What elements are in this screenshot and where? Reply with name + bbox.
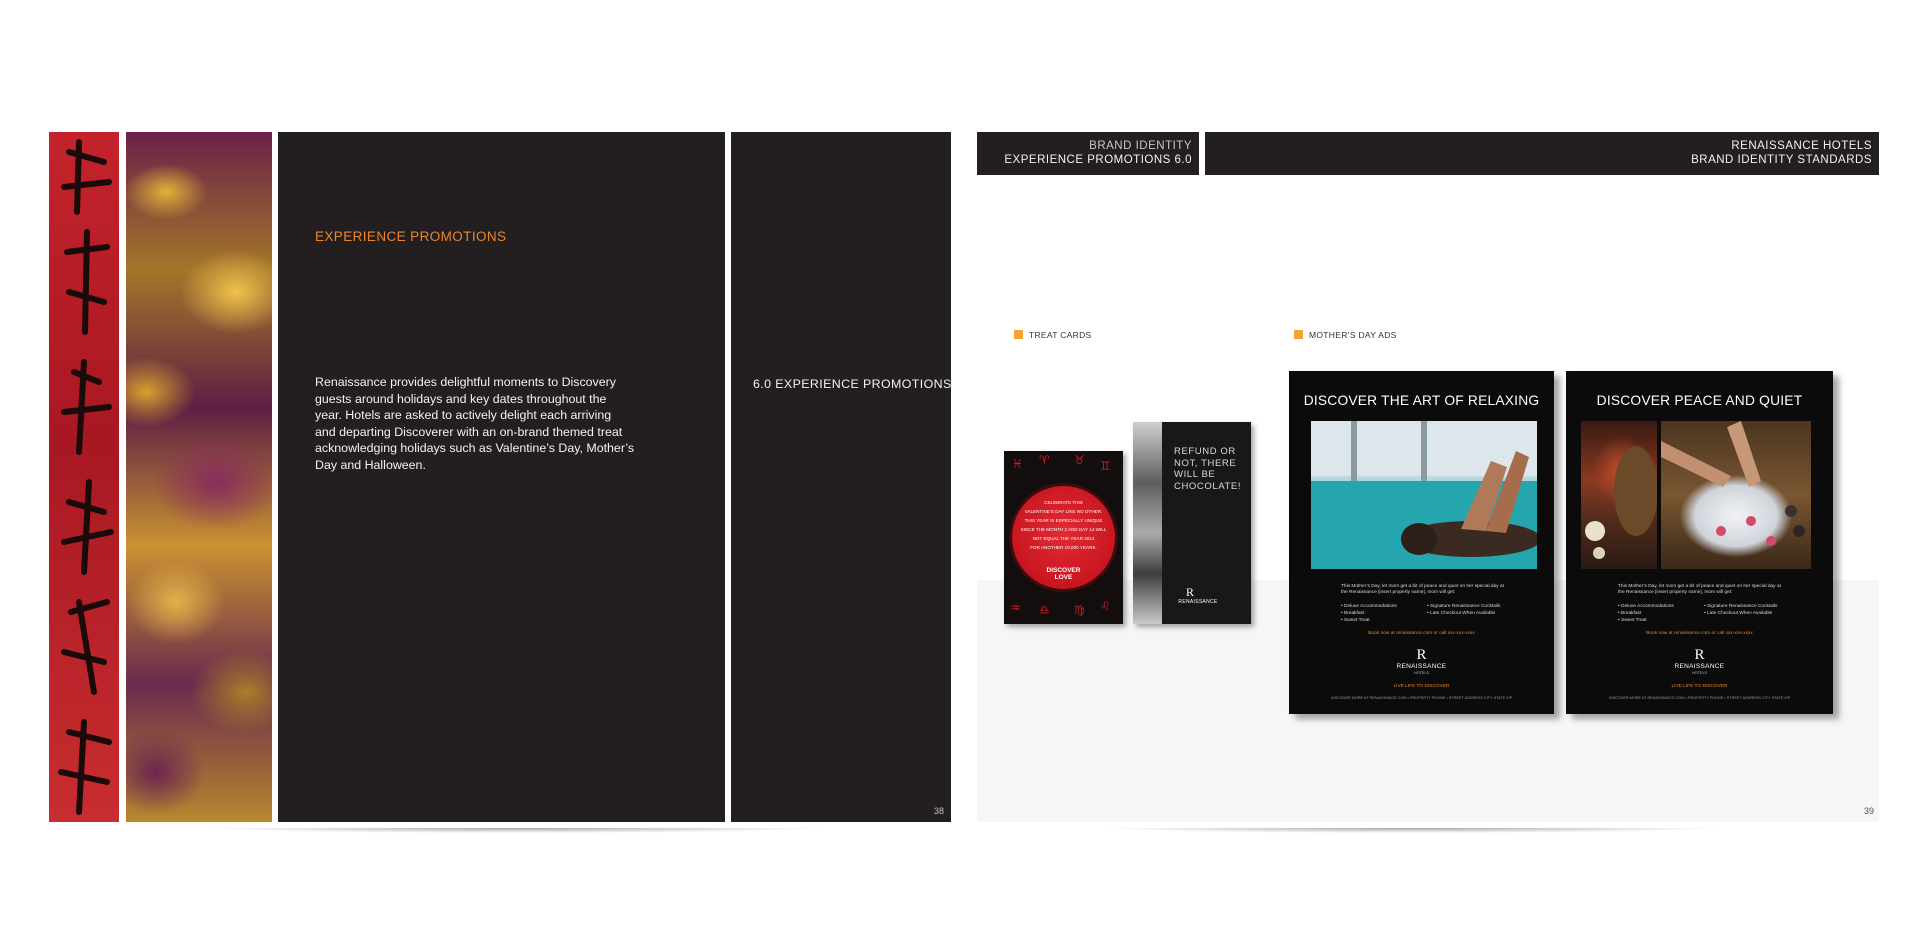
- intro-line: year. Hotels are asked to actively delig…: [315, 408, 612, 422]
- mothers-day-ad-relaxing: DISCOVER THE ART OF RELAXING This Mother…: [1289, 371, 1554, 714]
- chocolate-treat-card: REFUND OR NOT, THERE WILL BE CHOCOLATE! …: [1133, 422, 1251, 624]
- renaissance-logo-word: RENAISSANCE: [1674, 663, 1725, 670]
- card-text: CHOCOLATE!: [1174, 480, 1242, 492]
- ad-list-item: • Signature Renaissance Cocktails: [1427, 604, 1501, 609]
- renaissance-logo-mark: R: [1694, 647, 1705, 663]
- ad-title: DISCOVER PEACE AND QUIET: [1596, 393, 1803, 408]
- card-text: THIS YEAR IS ESPECIALLY UNIQUE: [1024, 518, 1103, 523]
- header-chapter-line2: EXPERIENCE PROMOTIONS 6.0: [1004, 154, 1192, 166]
- card-text: FOR ANOTHER 10,000 YEARS.: [1030, 545, 1097, 550]
- ad-copy: This Mother’s Day, let mom get a bit of …: [1341, 584, 1504, 595]
- gold-dragon-photo: [126, 132, 272, 822]
- page-number-left: 38: [933, 806, 944, 816]
- ad-footer: DISCOVER MORE AT RENAISSANCE.COM • PROPE…: [1608, 696, 1791, 700]
- zodiac-icon: ♈: [1039, 453, 1050, 467]
- ad-list-item: • Breakfast: [1341, 611, 1365, 616]
- mothers-day-ad-peace: DISCOVER PEACE AND QUIET This Mother’s D…: [1566, 371, 1833, 714]
- card-text: VALENTINE’S DAY LIKE NO OTHER.: [1024, 509, 1103, 514]
- zodiac-icon: ♌: [1100, 599, 1111, 613]
- renaissance-logo-word: RENAISSANCE: [1396, 663, 1447, 670]
- intro-line: and departing Discoverer with an on-bran…: [315, 424, 623, 439]
- header-chapter-line1: BRAND IDENTITY: [1089, 140, 1192, 152]
- ad-tagline: LIVE LIFE TO DISCOVER: [1393, 684, 1450, 689]
- logo-line: LOVE: [1054, 574, 1073, 581]
- intro-paragraph: Renaissance provides delightful moments …: [315, 374, 715, 473]
- renaissance-logo-mark: R: [1186, 585, 1195, 599]
- buddha-photo: [1581, 421, 1658, 569]
- ad-call-to-action: Book now at renaissance.com or call xxx-…: [1646, 631, 1753, 636]
- valentine-treat-card: ♓ ♈ ♉ ♊ ♒ ♎ ♍ ♌ CELEBRATE THIS VALENTINE…: [1004, 451, 1123, 624]
- ad-list-right: • Signature Renaissance Cocktails • Late…: [1704, 603, 1777, 617]
- hotels-word: HOTELS: [1413, 671, 1430, 675]
- pool-photo: [1311, 421, 1541, 569]
- section-title-panel: 6.0 EXPERIENCE PROMOTIONS 38: [731, 132, 951, 822]
- section-title: 6.0 EXPERIENCE PROMOTIONS: [753, 377, 952, 391]
- zodiac-icon: ♓: [1012, 457, 1023, 471]
- zodiac-icon: ♒: [1010, 601, 1021, 615]
- ad-list-left: • Deluxe Accommodations • Breakfast • Sw…: [1618, 603, 1674, 624]
- card-text: CELEBRATE THIS: [1044, 500, 1083, 505]
- ad-list-item: • Deluxe Accommodations: [1341, 604, 1397, 609]
- card-text: SINCE THE MONTH 2 AND DAY 14 WILL: [1020, 527, 1107, 532]
- mothers-day-label: MOTHER’S DAY ADS: [1309, 330, 1397, 340]
- refund-text: REFUND OR NOT, THERE WILL BE CHOCOLATE!: [1174, 446, 1241, 492]
- book-shadow-left: [72, 828, 960, 840]
- card-text: REFUND OR: [1174, 446, 1236, 457]
- ad-list-right: • Signature Renaissance Cocktails • Late…: [1427, 603, 1500, 617]
- header-brand-block: RENAISSANCE HOTELS BRAND IDENTITY STANDA…: [1205, 132, 1879, 175]
- ad-footer: DISCOVER MORE AT RENAISSANCE.COM • PROPE…: [1330, 696, 1513, 700]
- hotels-word: HOTELS: [1691, 671, 1708, 675]
- intro-line: guests around holidays and key dates thr…: [315, 391, 607, 406]
- zodiac-icon: ♊: [1100, 459, 1111, 473]
- intro-panel: EXPERIENCE PROMOTIONS Renaissance provid…: [278, 132, 725, 822]
- red-calligraphy-photo: [49, 132, 119, 822]
- ad-list-item: • Sweet Treat: [1341, 618, 1370, 623]
- header-brand-line2: BRAND IDENTITY STANDARDS: [1691, 154, 1872, 166]
- ad-list-item: • Late Checkout When Available: [1427, 611, 1496, 616]
- header-brand-line1: RENAISSANCE HOTELS: [1731, 140, 1872, 152]
- treat-cards-bullet: [1014, 330, 1023, 339]
- zodiac-icon: ♉: [1074, 453, 1085, 467]
- mothers-day-bullet: [1294, 330, 1303, 339]
- logo-line: DISCOVER: [1046, 567, 1081, 574]
- ad-list-item: • Deluxe Accommodations: [1618, 604, 1674, 609]
- ad-list-item: • Signature Renaissance Cocktails: [1704, 604, 1778, 609]
- intro-line: Renaissance provides delightful moments …: [315, 375, 616, 389]
- zodiac-icon: ♎: [1039, 603, 1050, 617]
- foot-bath-photo: [1661, 421, 1811, 569]
- treat-cards-label: TREAT CARDS: [1029, 330, 1092, 340]
- card-text: NOT, THERE: [1174, 457, 1237, 469]
- card-text: WILL BE: [1174, 469, 1216, 480]
- page-number-right: 39: [1864, 806, 1875, 816]
- ad-list-item: • Breakfast: [1618, 611, 1642, 616]
- zodiac-icon: ♍: [1074, 603, 1085, 617]
- gray-photo-strip: [1133, 422, 1162, 624]
- header-chapter-block: BRAND IDENTITY EXPERIENCE PROMOTIONS 6.0: [977, 132, 1199, 175]
- book-shadow-right: [968, 828, 1856, 840]
- ad-title: DISCOVER THE ART OF RELAXING: [1303, 393, 1540, 408]
- renaissance-logo-mark: R: [1416, 647, 1427, 663]
- ad-tagline: LIVE LIFE TO DISCOVER: [1671, 684, 1728, 689]
- ad-list-item: • Late Checkout When Available: [1704, 611, 1773, 616]
- ad-list-item: • Sweet Treat: [1618, 618, 1647, 623]
- ad-copy: This Mother’s Day, let mom get a bit of …: [1618, 584, 1781, 595]
- ad-call-to-action: Book now at renaissance.com or call xxx-…: [1368, 631, 1475, 636]
- section-heading: EXPERIENCE PROMOTIONS: [315, 229, 507, 244]
- intro-line: Day and Halloween.: [315, 457, 426, 472]
- ad-list-left: • Deluxe Accommodations • Breakfast • Sw…: [1341, 603, 1397, 624]
- card-text: NOT EQUAL THE YEAR 2014: [1032, 536, 1095, 541]
- renaissance-logo-word: RENAISSANCE: [1178, 599, 1218, 605]
- intro-line: acknowledging holidays such as Valentine…: [315, 441, 635, 455]
- discover-love-logo: DISCOVER LOVE: [1039, 567, 1088, 581]
